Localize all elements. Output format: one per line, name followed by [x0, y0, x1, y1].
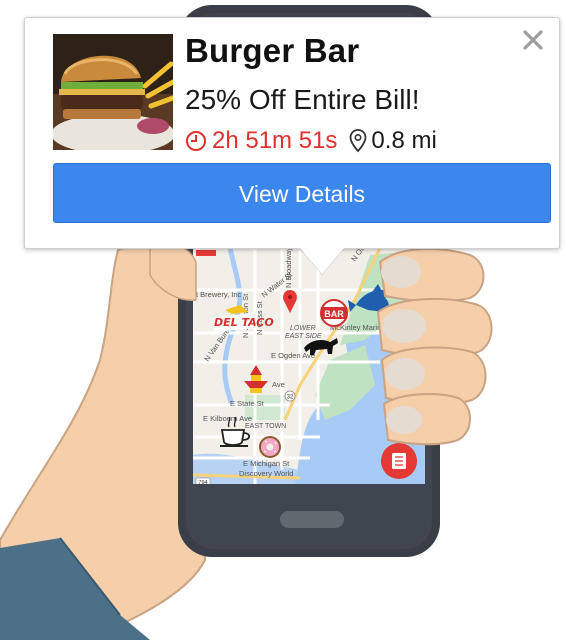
map-label-ogden: E Ogden Ave — [271, 351, 315, 360]
close-icon[interactable] — [521, 28, 545, 52]
view-details-button[interactable]: View Details — [53, 163, 551, 223]
deal-offer: 25% Off Entire Bill! — [185, 84, 420, 115]
distance: 0.8 mi — [371, 127, 437, 154]
donut-marker[interactable] — [259, 436, 281, 458]
burger-thumbnail — [53, 34, 173, 150]
card-pointer — [300, 248, 344, 274]
svg-text:DEL TACO: DEL TACO — [214, 316, 274, 329]
map-label-ave: Ave — [272, 380, 285, 389]
map-label-brewery: t Brewery, Inc — [196, 290, 242, 299]
location-pin-icon — [350, 129, 367, 153]
svg-text:BAR: BAR — [324, 309, 344, 319]
burger-bar-marker[interactable]: BAR — [320, 299, 348, 327]
deal-meta: 2h 51m 51s 0.8 mi — [185, 126, 437, 156]
map-label-easttown: EAST TOWN — [245, 423, 286, 430]
list-view-button[interactable] — [381, 443, 417, 479]
home-button — [280, 511, 344, 528]
map-label-michigan: E Michigan St — [243, 459, 290, 468]
svg-text:EAST SIDE: EAST SIDE — [285, 333, 322, 340]
time-remaining: 2h 51m 51s — [212, 127, 338, 154]
map-label-broadway: N Broadway — [284, 247, 293, 288]
burger-photo-icon — [53, 34, 173, 150]
map-label-discovery: Discovery World — [239, 469, 293, 478]
map-label-state: E State St — [230, 399, 265, 408]
map-label-lowereast: LOWER — [290, 325, 316, 332]
route-32: 32 — [287, 395, 294, 401]
deal-popup-card: Burger Bar 25% Off Entire Bill! 2h 51m 5… — [24, 17, 560, 249]
clock-icon — [186, 131, 206, 151]
map-label-kilbourn: E Kilbourn Ave — [203, 414, 252, 423]
restaurant-name: Burger Bar — [185, 32, 360, 69]
